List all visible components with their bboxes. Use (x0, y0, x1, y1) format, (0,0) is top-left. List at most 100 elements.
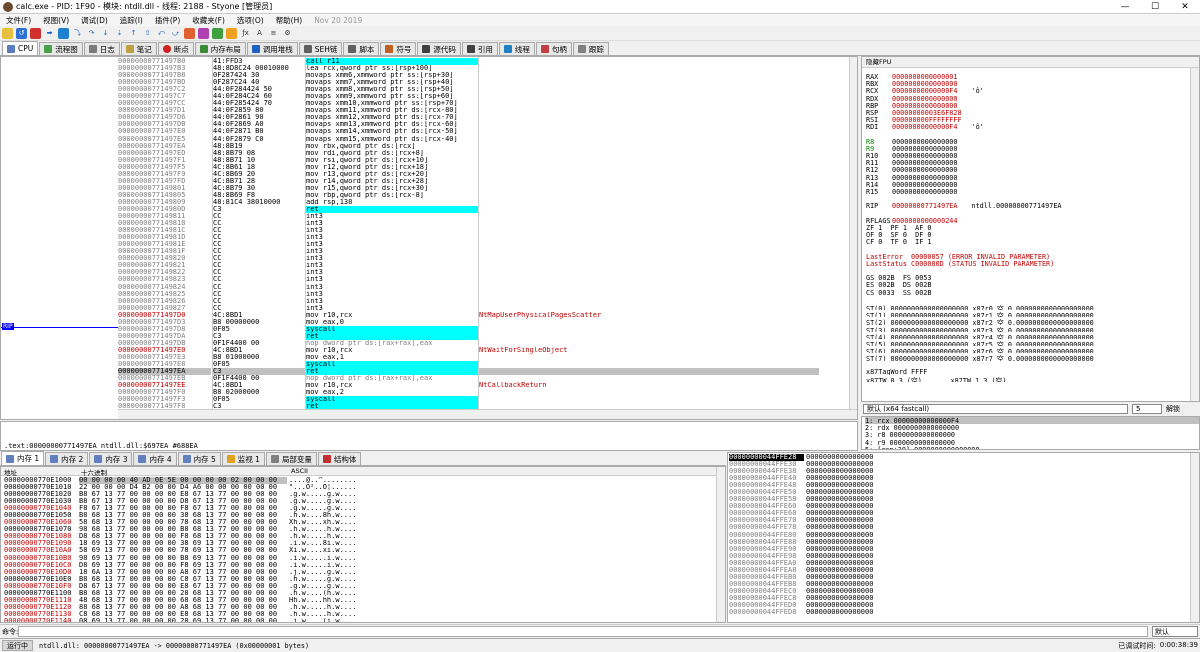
tab-dump-3[interactable]: 内存 3 (89, 452, 133, 465)
register-row-name: R9 (866, 144, 875, 153)
tab-graph[interactable]: 流程图 (39, 42, 83, 55)
patch-icon[interactable] (184, 27, 195, 39)
register-row-value: 0000000000000001 (892, 73, 958, 81)
argument-count-select[interactable]: 5 (1132, 404, 1162, 414)
calling-convention-select[interactable]: 默认 (x64 fastcall) (863, 404, 1128, 414)
stack-address: 00000000044FFEC8 (729, 594, 797, 602)
step-over-icon[interactable]: ↷ (86, 28, 97, 39)
maximize-button[interactable]: ☐ (1140, 0, 1170, 14)
dump-ascii: Xh.w....xh.w.... (289, 519, 357, 527)
dump-hex: 18 69 13 77 00 00 00 00 38 69 13 77 00 0… (79, 540, 278, 548)
run-icon[interactable]: ➡ (44, 28, 55, 39)
pause-icon[interactable] (58, 27, 69, 39)
stack-value: 0000000000000000 (806, 510, 874, 518)
minimize-button[interactable]: — (1110, 0, 1140, 14)
function-icon[interactable]: ƒx (240, 28, 251, 39)
memory-dump[interactable]: 地址 十六进制 ASCII 00000000770E1000 0000000077… (0, 466, 726, 623)
run-to-user-icon[interactable]: ⇧ (142, 28, 153, 39)
tab-memory-map[interactable]: 内存布局 (194, 42, 246, 55)
menu-favourites[interactable]: 收藏夹(F) (186, 15, 231, 26)
tab-call-stack[interactable]: 调用堆栈 (246, 42, 298, 55)
disasm-instruction: mov rdi,qword ptr ds:[rcx+8] (306, 149, 425, 157)
restart-icon[interactable]: ↺ (16, 27, 27, 39)
tab-dump-5[interactable]: 内存 5 (177, 452, 221, 465)
tab-log[interactable]: 日志 (83, 42, 120, 55)
tab-threads[interactable]: 线程 (498, 42, 535, 55)
command-mode-select[interactable]: 默认 (1152, 626, 1198, 637)
register-row: RDX 0000000000000000 (866, 95, 1186, 102)
stack-value: 0000000000000000 (806, 566, 874, 574)
open-icon[interactable] (2, 27, 13, 39)
menu-view[interactable]: 视图(V) (37, 15, 75, 26)
tab-notes[interactable]: 笔记 (120, 42, 157, 55)
unlock-checkbox[interactable]: 解锁 (1166, 404, 1180, 414)
stack-view[interactable]: 00000000044FFE28 00000000044FFE30 00000000… (727, 452, 1200, 623)
dump-ascii: .i.w....(i.w.... (289, 617, 357, 623)
tab-trace[interactable]: 跟踪 (572, 42, 609, 55)
menu-help[interactable]: 帮助(H) (270, 15, 309, 26)
dump-address: 00000000770E10F0 (4, 582, 72, 590)
references-icon (466, 45, 475, 53)
dump-hex: 22 00 00 00 D4 B2 00 00 D4 A6 00 00 00 0… (79, 484, 278, 492)
stack-scrollbar[interactable] (1190, 453, 1199, 622)
disasm-bytes: 44:0F285424 70 (213, 100, 273, 108)
register-row: R11 0000000000000000 (866, 159, 1186, 166)
comment-icon[interactable] (198, 27, 209, 39)
tab-dump-2[interactable]: 内存 2 (45, 452, 89, 465)
execute-till-return-icon[interactable]: ↑ (128, 28, 139, 39)
disasm-bytes: CC (213, 290, 222, 298)
menu-debug[interactable]: 调试(D) (75, 15, 114, 26)
tab-script[interactable]: 脚本 (343, 42, 380, 55)
vertical-scrollbar[interactable] (849, 57, 857, 409)
bookmark-icon[interactable] (226, 27, 237, 39)
disasm-comment (479, 143, 819, 150)
dump-ascii: .h.w.....h.w.... (289, 533, 357, 541)
tab-source[interactable]: 源代码 (417, 42, 461, 55)
tab-dump-4[interactable]: 内存 4 (133, 452, 177, 465)
close-button[interactable]: ✕ (1170, 0, 1200, 14)
redo-icon[interactable]: ⤻ (170, 28, 181, 39)
disasm-instruction: movaps xmm8,xmmword ptr ss:[rsp+50] (306, 86, 454, 94)
disasm-comment (479, 178, 819, 185)
tab-handles[interactable]: 句柄 (535, 42, 572, 55)
stop-icon[interactable] (30, 27, 41, 39)
disasm-bytes: 0F287C24 40 (213, 79, 260, 87)
tab-references[interactable]: 引用 (461, 42, 498, 55)
font-icon[interactable]: A (254, 28, 265, 39)
tab-locals[interactable]: 局部变量 (265, 452, 317, 465)
calculator-icon[interactable]: ≡ (268, 28, 279, 39)
horizontal-scrollbar[interactable] (118, 409, 857, 419)
dump-ascii: .i.w.....i.w.... (289, 561, 357, 569)
command-input[interactable] (18, 626, 1148, 637)
trace-over-icon[interactable]: ⇣ (114, 28, 125, 39)
watch-icon (226, 455, 235, 463)
register-row-name: R10 (866, 152, 879, 160)
tab-cpu[interactable]: CPU (2, 41, 39, 55)
menu-plugins[interactable]: 插件(P) (149, 15, 186, 26)
disasm-bytes: B8 00000000 (213, 318, 260, 326)
step-into-icon[interactable]: ⤵ (72, 28, 83, 39)
tab-struct[interactable]: 结构体 (317, 452, 362, 465)
settings-icon[interactable]: ⚙ (282, 28, 293, 39)
disasm-comment (479, 206, 819, 213)
menu-options[interactable]: 选项(O) (231, 15, 270, 26)
tab-seh[interactable]: SEH链 (298, 42, 343, 55)
registers-scrollbar[interactable] (1190, 68, 1199, 401)
tab-watch-1[interactable]: 监视 1 (221, 452, 265, 465)
disasm-bytes: CC (213, 227, 222, 235)
undo-icon[interactable]: ⤺ (156, 28, 167, 39)
tab-symbols[interactable]: 符号 (380, 42, 417, 55)
label-icon[interactable] (212, 27, 223, 39)
hide-fpu-toggle[interactable]: 隐藏FPU (862, 57, 1199, 68)
tab-dump-1[interactable]: 内存 1 (1, 451, 45, 465)
handles-icon (540, 45, 549, 53)
disasm-address: 00000000771497E0 (118, 128, 186, 136)
menu-file[interactable]: 文件(F) (0, 15, 37, 26)
disassembly-view[interactable]: RIP 00000000771497B0 00000000771497B3 0000… (0, 56, 858, 420)
stack-address: 00000000044FFED8 (729, 609, 797, 617)
dump-scrollbar[interactable] (716, 467, 725, 622)
menu-trace[interactable]: 追踪(I) (114, 15, 149, 26)
tab-breakpoints[interactable]: 断点 (157, 42, 194, 55)
trace-into-icon[interactable]: ↓ (100, 28, 111, 39)
struct-icon (322, 455, 331, 463)
